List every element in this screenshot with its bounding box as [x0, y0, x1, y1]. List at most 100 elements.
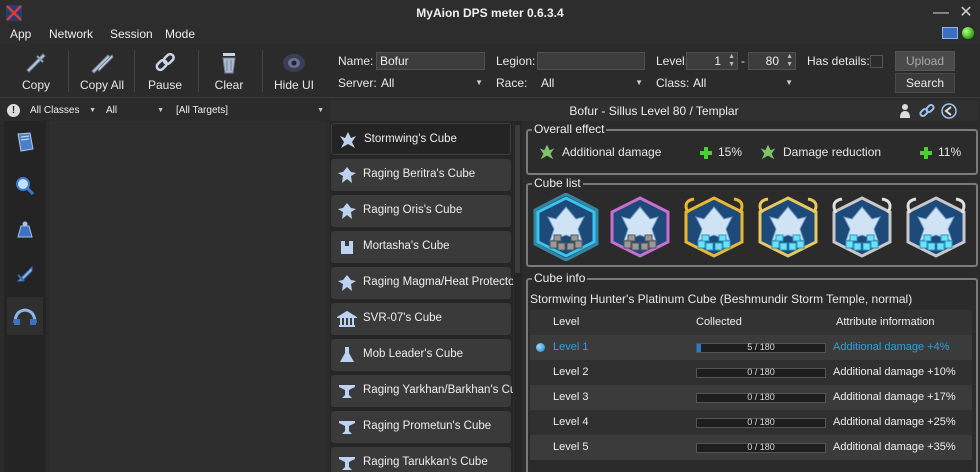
- table-row[interactable]: Level 1 5 / 180 Additional damage +4%: [530, 335, 972, 360]
- cube-card[interactable]: [754, 193, 822, 261]
- level-min-stepper[interactable]: 1 ▲ ▼: [686, 52, 738, 70]
- copy-button[interactable]: Copy: [8, 46, 64, 96]
- cube-list-item[interactable]: Stormwing's Cube: [331, 123, 511, 155]
- clear-button[interactable]: Clear: [204, 46, 254, 96]
- sidebar-item-skills[interactable]: [7, 255, 43, 293]
- cube-list-scroll-thumb[interactable]: [515, 125, 520, 273]
- class-select[interactable]: All ▼: [690, 74, 796, 92]
- bag-icon: [17, 221, 33, 238]
- menu-app[interactable]: App: [10, 27, 31, 41]
- level-separator: -: [741, 54, 745, 68]
- menu-network[interactable]: Network: [49, 27, 93, 41]
- cube-list-item[interactable]: Raging Yarkhan/Barkhan's Cube: [331, 375, 513, 407]
- title-bar: MyAion DPS meter 0.6.3.4 — ✕: [0, 0, 980, 26]
- cube-emblem-icon: [684, 196, 744, 258]
- hide-ui-label: Hide UI: [273, 78, 314, 92]
- table-row[interactable]: Level 2 0 / 180 Additional damage +10%: [530, 360, 972, 385]
- players-list: [49, 121, 326, 472]
- class-value: All: [693, 76, 707, 90]
- table-row[interactable]: Level 5 0 / 180 Additional damage +35%: [530, 435, 972, 460]
- level-min-value: 1: [714, 54, 721, 68]
- collection-progress-bar: 0 / 180: [696, 367, 826, 378]
- cube-info-subtitle: Stormwing Hunter's Platinum Cube (Beshmu…: [530, 292, 913, 306]
- magnifier-icon: [16, 177, 35, 196]
- cube-card[interactable]: [828, 193, 896, 261]
- cube-list-item[interactable]: Raging Beritra's Cube: [331, 159, 511, 191]
- target-filter-select[interactable]: [All Targets] ▼: [174, 103, 326, 119]
- cube-list-item-label: Raging Prometun's Cube: [363, 420, 492, 432]
- effect-name: Damage reduction: [783, 145, 882, 159]
- sidebar-item-log[interactable]: [7, 123, 43, 161]
- attribute-cell: Additional damage +25%: [833, 416, 956, 428]
- stormwing-icon: [760, 144, 776, 160]
- level-label: Level:: [656, 54, 689, 68]
- effect-value: 15%: [718, 145, 743, 159]
- cube-card[interactable]: [902, 193, 970, 261]
- pause-button[interactable]: Pause: [140, 46, 190, 96]
- sidebar-item-search[interactable]: [7, 167, 43, 205]
- pause-label: Pause: [147, 78, 183, 92]
- table-row[interactable]: Level 3 0 / 180 Additional damage +17%: [530, 385, 972, 410]
- attribute-cell: Additional damage +35%: [833, 441, 956, 453]
- sidebar-item-cubes[interactable]: [7, 297, 43, 335]
- type-filter-select[interactable]: All ▼: [104, 103, 166, 119]
- cube-list-item[interactable]: Raging Magma/Heat Protector: [331, 267, 513, 299]
- table-row[interactable]: Level 4 0 / 180 Additional damage +25%: [530, 410, 972, 435]
- minimize-button[interactable]: —: [930, 2, 952, 24]
- plus-icon: [920, 147, 932, 159]
- sidebar-item-loot[interactable]: [7, 211, 43, 249]
- copy-all-button[interactable]: Copy All: [74, 46, 130, 96]
- server-value: All: [381, 76, 395, 90]
- class-filter-select[interactable]: All Classes ▼: [28, 103, 98, 119]
- cube-card[interactable]: [680, 193, 748, 261]
- collection-progress-bar: 0 / 180: [696, 442, 826, 453]
- server-select[interactable]: All ▼: [378, 74, 486, 92]
- close-button[interactable]: ✕: [955, 2, 977, 24]
- window-title: MyAion DPS meter 0.6.3.4: [416, 6, 564, 20]
- cube-list-panel: Cube list: [526, 176, 978, 267]
- level-cell: Level 4: [553, 416, 589, 428]
- person-icon[interactable]: [897, 103, 913, 119]
- cube-list-item[interactable]: Mob Leader's Cube: [331, 339, 511, 371]
- race-select[interactable]: All ▼: [538, 74, 646, 92]
- target-filter-value: [All Targets]: [176, 105, 229, 116]
- level-max-stepper[interactable]: 80 ▲ ▼: [748, 52, 796, 70]
- cube-list-item[interactable]: Mortasha's Cube: [331, 231, 511, 263]
- menu-session[interactable]: Session: [110, 27, 153, 41]
- monitor-icon: [942, 27, 958, 39]
- column-header-collected: Collected: [696, 316, 742, 328]
- link-icon[interactable]: [919, 103, 935, 119]
- upload-button[interactable]: Upload: [895, 51, 955, 71]
- cube-list-item-label: Stormwing's Cube: [364, 133, 457, 145]
- collection-progress-bar: 0 / 180: [696, 392, 826, 403]
- legion-label: Legion:: [496, 54, 536, 68]
- copy-label: Copy: [21, 78, 50, 92]
- collected-cell: 0 / 180: [747, 392, 775, 402]
- stormwing-icon: [340, 132, 356, 148]
- race-value: All: [541, 76, 555, 90]
- cube-list-item[interactable]: SVR-07's Cube: [331, 303, 511, 335]
- cube-emblem-icon: [906, 196, 966, 258]
- has-details-checkbox[interactable]: [870, 55, 883, 68]
- cube-list-item[interactable]: Raging Oris's Cube: [331, 195, 511, 227]
- cube-list-item[interactable]: Raging Tarukkan's Cube: [331, 447, 511, 472]
- trash-icon: [222, 53, 236, 74]
- copy-icon: [26, 53, 46, 73]
- plus-icon: [700, 147, 712, 159]
- name-input[interactable]: [376, 52, 485, 70]
- attribute-cell: Additional damage +17%: [833, 391, 956, 403]
- cube-collection-icon: [13, 308, 37, 325]
- cube-name-list: Stormwing's Cube Raging Beritra's Cube R…: [330, 121, 513, 472]
- cube-card[interactable]: [532, 192, 600, 262]
- legion-input[interactable]: [537, 52, 645, 70]
- cube-list-item-label: Raging Oris's Cube: [363, 204, 463, 216]
- search-button[interactable]: Search: [895, 73, 955, 93]
- cube-card[interactable]: [606, 193, 674, 261]
- anvil-icon: [339, 421, 355, 434]
- menu-mode[interactable]: Mode: [165, 27, 195, 41]
- cube-list-item[interactable]: Raging Prometun's Cube: [331, 411, 511, 443]
- info-icon[interactable]: !: [7, 104, 20, 117]
- back-icon[interactable]: [941, 103, 957, 119]
- hide-ui-button[interactable]: Hide UI: [268, 46, 320, 96]
- level-cell: Level 3: [553, 391, 589, 403]
